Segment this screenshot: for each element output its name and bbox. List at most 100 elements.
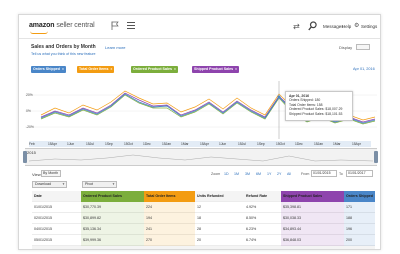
x-tick: 15Oct — [276, 141, 285, 146]
table-cell: 9.70% — [281, 246, 344, 249]
from-date-input[interactable]: 01/01/2015 — [311, 170, 337, 177]
table-total-row: TotalKerk$632,892.814,819.00508.009.70%$… — [32, 246, 375, 249]
table-cell: 18 — [197, 216, 201, 220]
view-select[interactable]: By Month — [41, 170, 61, 177]
page-title: Sales and Orders by Month — [31, 44, 96, 50]
table-cell: 02/01/2015 — [34, 216, 52, 220]
zoom-2y-button[interactable]: 2Y — [277, 172, 281, 176]
legend-chip-ordered-product-sales[interactable]: Ordered Product Sales x — [131, 66, 178, 73]
table-cell: Shipped Product Sales — [281, 191, 344, 202]
x-tick: 1Mar — [181, 141, 189, 146]
navigator-year-label: 2015 — [27, 150, 36, 155]
search-icon[interactable] — [308, 21, 317, 31]
swap-arrows-icon[interactable]: ⇄ — [293, 22, 300, 31]
zoom-1d-button[interactable]: 1D — [224, 172, 229, 176]
table-cell: 200 — [344, 235, 375, 246]
y-tick: -20% — [26, 125, 34, 129]
table-cell: 04/01/2015 — [34, 227, 52, 231]
table-cell: 224 — [144, 202, 195, 213]
table-cell: 12 — [197, 205, 201, 209]
x-tick: 15Apr — [200, 141, 209, 146]
table-cell: 01/01/2015 — [34, 205, 52, 209]
highlight-point[interactable] — [277, 95, 281, 99]
table-cell: Total Order Items — [144, 191, 195, 202]
messages-link[interactable]: Messages — [323, 24, 344, 29]
to-date-input[interactable]: 01/01/2017 — [346, 170, 373, 177]
zoom-6m-button[interactable]: 6M — [256, 172, 261, 176]
zoom-all-button[interactable]: All — [287, 172, 291, 176]
table-cell: Orders Shipped — [344, 191, 375, 202]
table-cell: 270 — [144, 235, 195, 246]
table-cell: $39,999.36 — [81, 235, 144, 246]
x-tick: Feb — [29, 141, 35, 146]
table-cell: 6.23% — [246, 227, 257, 231]
table-cell: 4,819.00 — [195, 246, 244, 249]
zoom-1y-button[interactable]: 1Y — [267, 172, 271, 176]
table-cell: 20 — [197, 238, 201, 242]
navigator-right-handle[interactable] — [374, 151, 378, 163]
learn-more-link[interactable]: Learn more — [105, 45, 125, 50]
chart-tooltip: Apr 01, 2016 Orders Shipped: 180 Total O… — [285, 91, 353, 121]
x-tick: 1Jun — [67, 141, 75, 146]
download-select[interactable]: Download ▼ — [32, 181, 67, 188]
table-cell: Date — [34, 194, 42, 198]
x-axis-band: Feb 15Apr 1Jun 15Jul 1Sep 15Oct 1Dec 15Jan 1Mar 1… — [29, 141, 371, 147]
table-cell: Refund Rate — [246, 194, 268, 198]
flag-icon[interactable] — [111, 21, 119, 30]
table-cell: $35,136.34 — [81, 224, 144, 235]
pivot-select[interactable]: Pivot ▼ — [82, 181, 117, 188]
x-tick: 1Sep — [105, 141, 113, 146]
table-cell: $30,899.82 — [81, 213, 144, 224]
table-cell: Units Refunded — [197, 194, 224, 198]
amazon-logo[interactable]: amazon seller central — [29, 22, 95, 29]
table-cell: $30,770.39 — [81, 202, 144, 213]
top-bar: amazon seller central ⇄ Messages Help ⚙ … — [19, 15, 380, 39]
selected-date-label: Apr 01, 2016 — [353, 67, 375, 71]
x-tick: 15Apr — [352, 141, 361, 146]
x-tick: 1Jun — [219, 141, 227, 146]
navigator-sparkline — [28, 154, 374, 162]
view-label: View — [32, 172, 41, 177]
table-cell: 196 — [344, 224, 375, 235]
legend-chip-total-order-items[interactable]: Total Order Items x — [77, 66, 115, 73]
menu-icon[interactable] — [127, 22, 135, 30]
settings-link[interactable]: Settings — [361, 24, 377, 29]
table-header-row: Date Ordered Product Sales Total Order Ite… — [32, 191, 375, 202]
legend-chip-orders-shipped[interactable]: Orders Shipped x — [31, 66, 66, 73]
x-tick: 15Oct — [124, 141, 133, 146]
table-cell: $34,893.44 — [281, 224, 344, 235]
table-cell: $36,848.03 — [281, 235, 344, 246]
gear-icon[interactable]: ⚙ — [354, 22, 359, 29]
to-label: To — [339, 172, 343, 176]
x-tick: 1Dec — [143, 141, 151, 146]
zoom-label: Zoom — [211, 172, 221, 176]
table-cell: $35,398.81 — [281, 202, 344, 213]
from-label: From — [301, 172, 310, 176]
sales-table: Date Ordered Product Sales Total Order Ite… — [32, 191, 375, 249]
zoom-1m-button[interactable]: 1M — [234, 172, 239, 176]
table-row[interactable]: 05/01/2015 $39,999.36 270 20 6.74% $36,848.03… — [32, 235, 375, 246]
table-cell: Ordered Product Sales — [81, 191, 144, 202]
table-row[interactable]: 02/01/2015 $30,899.82 194 18 8.50% $30,038.33… — [32, 213, 375, 224]
table-cell: 508.00 — [244, 246, 281, 249]
tooltip-line: Ordered Product Sales: $18,007.29 — [289, 107, 343, 112]
feedback-link[interactable]: Tell us what you think of this new featu… — [31, 52, 96, 56]
legend-chip-shipped-product-sales[interactable]: Shipped Product Sales x — [192, 66, 239, 73]
table-row[interactable]: 04/01/2015 $35,136.34 241 28 6.23% $34,893.44… — [32, 224, 375, 235]
range-navigator[interactable] — [25, 148, 377, 166]
y-tick: 20% — [26, 93, 33, 97]
tooltip-line: Shipped Product Sales: $18,101.53 — [289, 111, 343, 116]
help-link[interactable]: Help — [342, 24, 351, 29]
x-tick: 15Jul — [238, 141, 246, 146]
table-row[interactable]: 01/01/2015 $30,770.39 224 12 4.92% $35,398.81… — [32, 202, 375, 213]
x-tick: 1Sep — [257, 141, 265, 146]
x-tick: 15Jul — [86, 141, 94, 146]
table-cell: $30,038.33 — [281, 213, 344, 224]
display-select[interactable] — [356, 44, 370, 50]
caret-down-icon: ▼ — [112, 182, 115, 186]
zoom-3m-button[interactable]: 3M — [245, 172, 250, 176]
x-tick: 1Mar — [333, 141, 341, 146]
table-cell: 194 — [144, 213, 195, 224]
table-cell: Kerk — [81, 246, 144, 249]
table-cell: 188 — [344, 213, 375, 224]
